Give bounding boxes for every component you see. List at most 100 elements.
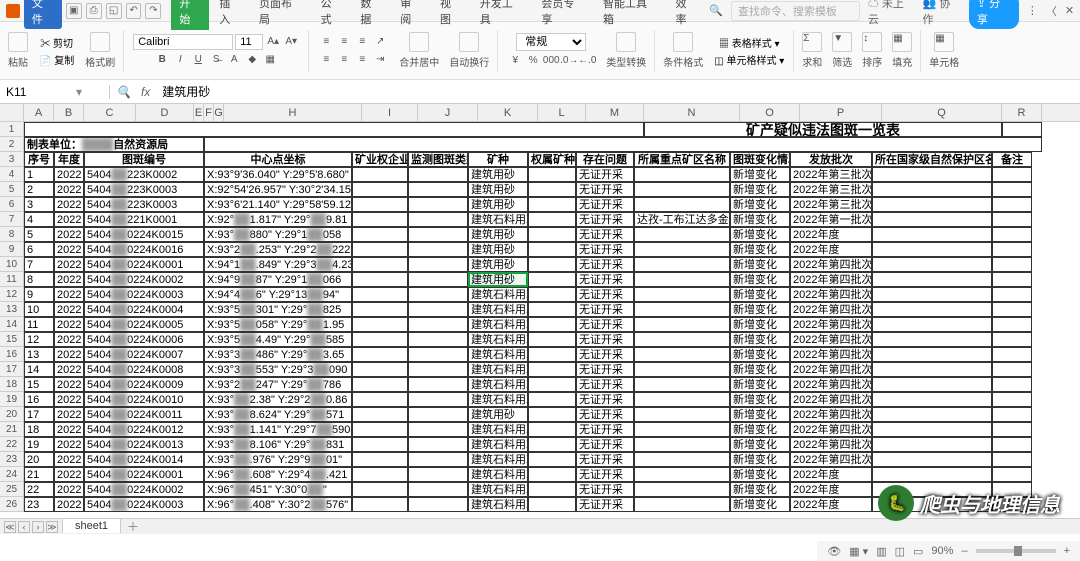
- collab-button[interactable]: 👥 协作: [922, 0, 960, 27]
- row-header[interactable]: 26: [0, 497, 24, 512]
- sum-button[interactable]: Σ求和: [800, 30, 824, 71]
- cell[interactable]: [352, 362, 408, 377]
- cell[interactable]: [872, 407, 992, 422]
- cell[interactable]: 建筑用砂: [468, 197, 528, 212]
- cell[interactable]: [408, 272, 468, 287]
- cell[interactable]: [634, 347, 730, 362]
- cell[interactable]: 2022年第四批次: [790, 347, 872, 362]
- cell[interactable]: 监测图斑类型: [408, 152, 468, 167]
- cell[interactable]: [992, 287, 1032, 302]
- cell[interactable]: 2022年第四批次: [790, 257, 872, 272]
- cell[interactable]: [992, 272, 1032, 287]
- cell[interactable]: 新增变化: [730, 242, 790, 257]
- cell[interactable]: 5404██223K0002: [84, 167, 204, 182]
- cell[interactable]: [872, 422, 992, 437]
- font-size-select[interactable]: [235, 34, 263, 50]
- cell[interactable]: [634, 167, 730, 182]
- cell[interactable]: 建筑石料用灰岩: [468, 392, 528, 407]
- cell[interactable]: 23: [24, 497, 54, 512]
- cell[interactable]: 5404██0224K0001: [84, 467, 204, 482]
- col-header-I[interactable]: I: [362, 104, 418, 121]
- cell[interactable]: X:93°██880" Y:29°1██058: [204, 227, 352, 242]
- cell[interactable]: 2022年第四批次: [790, 317, 872, 332]
- cell[interactable]: [408, 497, 468, 512]
- cell[interactable]: X:92°██1.817" Y:29°██9.81: [204, 212, 352, 227]
- cell[interactable]: [408, 212, 468, 227]
- cell[interactable]: [634, 392, 730, 407]
- cell[interactable]: 无证开采: [576, 452, 634, 467]
- cell[interactable]: 2022: [54, 287, 84, 302]
- first-sheet-icon[interactable]: ≪: [4, 521, 16, 533]
- percent-icon[interactable]: %: [525, 53, 541, 69]
- cell[interactable]: 2022年度: [790, 482, 872, 497]
- cell[interactable]: 13: [24, 347, 54, 362]
- cell[interactable]: 5404██221K0001: [84, 212, 204, 227]
- cell[interactable]: [992, 407, 1032, 422]
- cell[interactable]: [634, 377, 730, 392]
- strike-button[interactable]: S̶: [208, 52, 224, 68]
- cell[interactable]: 2022年第四批次: [790, 422, 872, 437]
- ribbon-tab-1[interactable]: 插入: [211, 0, 249, 30]
- cell[interactable]: [528, 452, 576, 467]
- cell[interactable]: [634, 287, 730, 302]
- prev-sheet-icon[interactable]: ‹: [18, 521, 30, 533]
- cell[interactable]: 22: [24, 482, 54, 497]
- cell[interactable]: 所属重点矿区名称: [634, 152, 730, 167]
- cell[interactable]: [634, 242, 730, 257]
- row-header[interactable]: 3: [0, 152, 24, 167]
- cell[interactable]: X:93°9'36.040" Y:29°5'8.680": [204, 167, 352, 182]
- cell-style-button[interactable]: ◫ 单元格样式 ▾: [714, 52, 784, 67]
- cell[interactable]: 图斑变化情况: [730, 152, 790, 167]
- cell[interactable]: [634, 182, 730, 197]
- cell[interactable]: 2022年第四批次: [790, 377, 872, 392]
- cell[interactable]: [634, 317, 730, 332]
- add-sheet-button[interactable]: ＋: [121, 518, 145, 534]
- cell[interactable]: 14: [24, 362, 54, 377]
- cell[interactable]: X:93°3██486" Y:29°██3.65: [204, 347, 352, 362]
- cell[interactable]: 3: [24, 197, 54, 212]
- row-header[interactable]: 7: [0, 212, 24, 227]
- row-header[interactable]: 6: [0, 197, 24, 212]
- cell[interactable]: [352, 212, 408, 227]
- row-header[interactable]: 9: [0, 242, 24, 257]
- increase-font-icon[interactable]: A▴: [265, 34, 281, 50]
- cell[interactable]: [634, 497, 730, 512]
- border-button[interactable]: ▦: [262, 52, 278, 68]
- cell[interactable]: 2022: [54, 347, 84, 362]
- cell[interactable]: 矿种: [468, 152, 528, 167]
- cell[interactable]: 7: [24, 257, 54, 272]
- cell[interactable]: 5404██0224K0014: [84, 452, 204, 467]
- cell[interactable]: [634, 422, 730, 437]
- cell[interactable]: X:94°4██6" Y:29°13██94": [204, 287, 352, 302]
- cell[interactable]: 12: [24, 332, 54, 347]
- cell[interactable]: 2022年第四批次: [790, 272, 872, 287]
- cell[interactable]: 2: [24, 182, 54, 197]
- sheet-tab-sheet1[interactable]: sheet1: [62, 518, 121, 533]
- ribbon-tab-6[interactable]: 视图: [432, 0, 470, 30]
- cell[interactable]: [872, 212, 992, 227]
- cell[interactable]: 无证开采: [576, 332, 634, 347]
- inc-decimal-icon[interactable]: .0→: [561, 53, 577, 69]
- cell[interactable]: 建筑用砂: [468, 182, 528, 197]
- cell[interactable]: 建筑用砂: [468, 227, 528, 242]
- align-left-icon[interactable]: ≡: [318, 52, 334, 68]
- cell[interactable]: [352, 167, 408, 182]
- cell[interactable]: [408, 287, 468, 302]
- cell[interactable]: 建筑石料用灰岩: [468, 467, 528, 482]
- cell[interactable]: 2022年度: [790, 467, 872, 482]
- row-header[interactable]: 21: [0, 422, 24, 437]
- cell[interactable]: [408, 377, 468, 392]
- cell[interactable]: 无证开采: [576, 197, 634, 212]
- view-normal-icon[interactable]: ▥: [876, 545, 886, 558]
- cell[interactable]: 2022: [54, 452, 84, 467]
- row-header[interactable]: 5: [0, 182, 24, 197]
- row-header[interactable]: 19: [0, 392, 24, 407]
- cell[interactable]: [872, 437, 992, 452]
- cell[interactable]: [634, 332, 730, 347]
- cell[interactable]: 无证开采: [576, 422, 634, 437]
- col-header-B[interactable]: B: [54, 104, 84, 121]
- cell[interactable]: 2022: [54, 482, 84, 497]
- cell[interactable]: [634, 257, 730, 272]
- cell[interactable]: 新增变化: [730, 167, 790, 182]
- cell[interactable]: 2022: [54, 197, 84, 212]
